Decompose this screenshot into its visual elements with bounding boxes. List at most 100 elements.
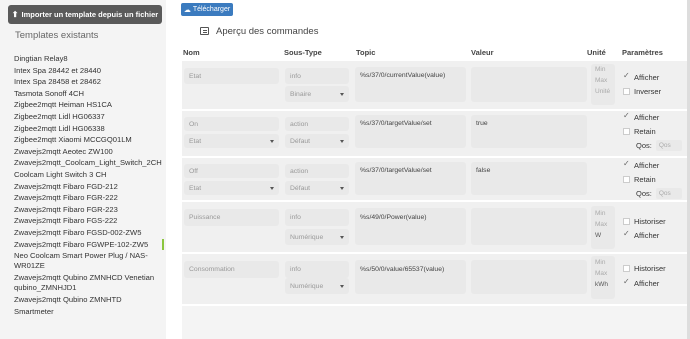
value-field[interactable] (471, 260, 587, 294)
max-input[interactable]: Max (591, 75, 615, 86)
afficher-checkbox[interactable]: Afficher (623, 71, 659, 82)
retain-label: Retain (634, 175, 656, 184)
check-icon (623, 71, 630, 81)
value-field[interactable]: true (471, 115, 587, 148)
type-input[interactable]: info (285, 209, 349, 226)
command-row: Off Etat action Défaut %s/37/0/targetVal… (182, 158, 690, 200)
template-item[interactable]: Zigbee2mqtt Lidl HG06337 (14, 111, 164, 123)
afficher-checkbox[interactable]: Afficher (623, 111, 660, 122)
topic-field[interactable]: %s/50/0/value/65537(value) (355, 260, 466, 294)
subtype-select[interactable]: Numérique (285, 278, 349, 294)
import-template-button[interactable]: ⬆ Importer un template depuis un fichier (8, 5, 162, 24)
historiser-label: Historiser (634, 264, 666, 273)
retain-checkbox[interactable]: Retain (623, 127, 656, 136)
template-item[interactable]: Zwavejs2mqtt Fibaro FGR-222 (14, 192, 164, 204)
afficher-checkbox[interactable]: Afficher (623, 229, 659, 240)
min-input[interactable]: Min (591, 64, 615, 75)
template-item[interactable]: Zwavejs2mqtt Aeotec ZW100 (14, 146, 164, 158)
afficher-checkbox[interactable]: Afficher (623, 159, 659, 170)
topic-field[interactable]: %s/49/0/Power(value) (355, 208, 466, 245)
type-input[interactable]: action (285, 117, 349, 131)
unit-box[interactable]: Min Max kWh (591, 256, 615, 299)
value-field[interactable] (471, 208, 587, 245)
name-input[interactable]: Consommation (184, 261, 279, 278)
unit-box[interactable]: Min Max W (591, 206, 615, 249)
topic-field[interactable]: %s/37/0/targetValue/set (355, 115, 466, 148)
template-item[interactable]: Zwavejs2mqtt Fibaro FGSD-002-ZW5 (14, 227, 164, 239)
template-item[interactable]: Zwavejs2mqtt Fibaro FGS-222 (14, 215, 164, 227)
afficher-label: Afficher (634, 113, 660, 122)
type-input[interactable]: info (285, 68, 349, 84)
type-input[interactable]: info (285, 261, 349, 278)
subtype-select[interactable]: Défaut (285, 134, 349, 148)
template-item[interactable]: Smartmeter (14, 306, 164, 318)
template-item[interactable]: Zwavejs2mqtt_Coolcam_Light_Switch_2CH (14, 157, 164, 169)
subtype-select[interactable]: Binaire (285, 86, 349, 102)
template-item[interactable]: Zwavejs2mqtt Fibaro FGD-212 (14, 181, 164, 193)
generic-type-select[interactable]: Etat (184, 134, 279, 148)
subtype-select[interactable]: Numérique (285, 229, 349, 245)
check-icon (623, 159, 630, 169)
topic-field[interactable]: %s/37/0/targetValue/set (355, 162, 466, 195)
type-input[interactable]: action (285, 164, 349, 178)
template-item[interactable]: Zwavejs2mqtt Qubino ZMNHTD (14, 294, 164, 306)
name-input[interactable]: On (184, 117, 279, 131)
value-field[interactable]: false (471, 162, 587, 195)
value-field[interactable] (471, 67, 587, 102)
template-item[interactable]: Zwavejs2mqtt Qubino ZMNHCD Venetian qubi… (14, 272, 164, 294)
checkbox-icon (623, 128, 630, 135)
header-nom: Nom (183, 48, 200, 57)
templates-title: Templates existants (15, 30, 99, 41)
command-row: Consommation info Numérique %s/50/0/valu… (182, 254, 690, 304)
retain-checkbox[interactable]: Retain (623, 175, 656, 184)
template-item-active[interactable]: Zwavejs2mqtt Fibaro FGWPE-102-ZW5 (14, 238, 164, 251)
unit-input[interactable]: kWh (591, 279, 615, 290)
unit-input[interactable]: Unité (591, 86, 615, 97)
main-panel: ☁ Télécharger Aperçu des commandes Nom S… (166, 0, 690, 339)
max-input[interactable]: Max (591, 219, 615, 230)
historiser-checkbox[interactable]: Historiser (623, 264, 666, 273)
template-item[interactable]: Dingtian Relay8 (14, 53, 164, 65)
qos-label: Qos: (636, 189, 652, 198)
template-item[interactable]: Zigbee2mqtt Heiman HS1CA (14, 99, 164, 111)
template-item[interactable]: Intex Spa 28458 et 28462 (14, 76, 164, 88)
header-parametres: Paramètres (622, 48, 663, 57)
generic-type-select[interactable]: Etat (184, 181, 279, 195)
max-input[interactable]: Max (591, 268, 615, 279)
header-topic: Topic (356, 48, 376, 57)
section-title: Aperçu des commandes (216, 26, 319, 37)
template-item[interactable]: Coolcam Light Switch 3 CH (14, 169, 164, 181)
template-item[interactable]: Zigbee2mqtt Xiaomi MCCGQ01LM (14, 134, 164, 146)
name-input[interactable]: Etat (184, 68, 279, 84)
template-item[interactable]: Zigbee2mqtt Lidl HG06338 (14, 123, 164, 135)
retain-label: Retain (634, 127, 656, 136)
template-item[interactable]: Intex Spa 28442 et 28440 (14, 65, 164, 77)
qos-label: Qos: (636, 141, 652, 150)
name-input[interactable]: Puissance (184, 209, 279, 226)
header-unite: Unité (587, 48, 606, 57)
min-input[interactable]: Min (591, 208, 615, 219)
download-button[interactable]: ☁ Télécharger (181, 3, 233, 16)
check-icon (623, 277, 630, 287)
template-item[interactable]: Tasmota Sonoff 4CH (14, 88, 164, 100)
qos-input[interactable]: Qos (655, 140, 682, 151)
unit-box[interactable]: Min Max Unité (591, 64, 615, 105)
name-input[interactable]: Off (184, 164, 279, 178)
check-icon (623, 229, 630, 239)
topic-field[interactable]: %s/37/0/currentValue(value) (355, 67, 466, 102)
historiser-checkbox[interactable]: Historiser (623, 217, 666, 226)
afficher-checkbox[interactable]: Afficher (623, 277, 659, 288)
subtype-select[interactable]: Défaut (285, 181, 349, 195)
unit-input[interactable]: W (591, 230, 615, 241)
qos-field: Qos: Qos (636, 188, 682, 199)
template-item[interactable]: Neo Coolcam Smart Power Plug / NAS-WR01Z… (14, 250, 164, 272)
qos-input[interactable]: Qos (655, 188, 682, 199)
template-item[interactable]: Zwavejs2mqtt Fibaro FGR-223 (14, 204, 164, 216)
inverser-checkbox[interactable]: Inverser (623, 87, 661, 96)
checkbox-icon (623, 176, 630, 183)
template-list: Dingtian Relay8 Intex Spa 28442 et 28440… (14, 53, 164, 317)
min-input[interactable]: Min (591, 257, 615, 268)
sidebar: ⬆ Importer un template depuis un fichier… (0, 0, 166, 339)
empty-row (182, 306, 690, 339)
check-icon (623, 111, 630, 121)
